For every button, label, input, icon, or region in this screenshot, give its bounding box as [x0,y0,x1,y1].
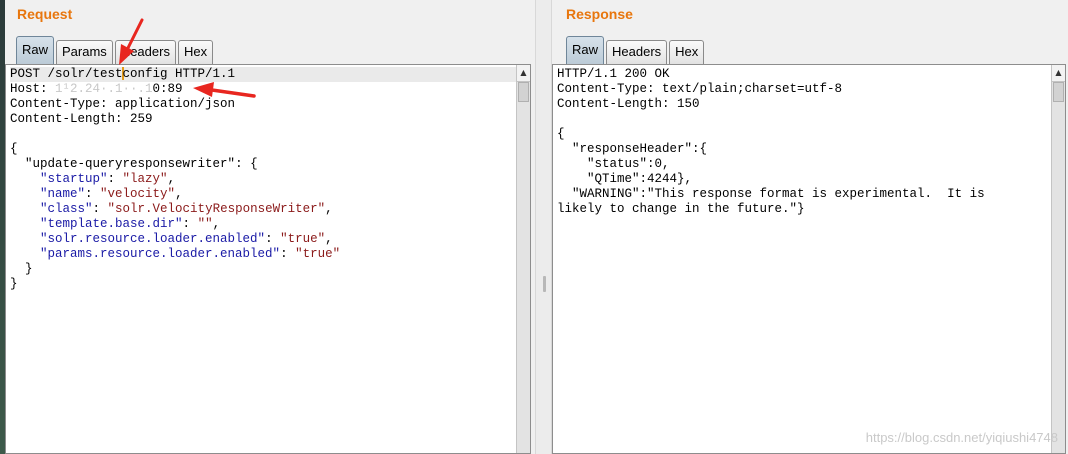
scroll-thumb[interactable] [518,82,529,102]
json-entry: "name": "velocity", [40,187,183,201]
json-close: } [10,277,18,291]
request-editor[interactable]: POST /solr/testconfig HTTP/1.1 Host: 1¹2.… [5,64,531,454]
split-divider[interactable] [535,0,552,454]
json-entry: "startup": "lazy", [40,172,176,186]
request-panel: Request Raw Params Headers Hex POST /solr/t… [5,0,535,454]
response-panel: Response Raw Headers Hex HTTP/1.1 200 OK Co… [552,0,1068,454]
json-entry: "solr.resource.loader.enabled": "true", [40,232,333,246]
json-entry: "class": "solr.VelocityResponseWriter", [40,202,333,216]
tab-params[interactable]: Params [56,40,113,64]
response-tabs: Raw Headers Hex [566,36,706,64]
json-inner-close: } [25,262,33,276]
body-line: "status":0, [557,157,670,171]
tab-raw[interactable]: Raw [566,36,605,64]
content-length-header: Content-Length: 259 [10,112,153,126]
body-line: likely to change in the future."} [557,202,805,216]
tab-raw[interactable]: Raw [16,36,55,64]
json-object-line: "update-queryresponsewriter": { [25,157,258,171]
response-scrollbar[interactable]: ▲ [1051,65,1065,453]
body-line: "WARNING":"This response format is exper… [557,187,985,201]
request-line: POST /solr/testconfig HTTP/1.1 [10,67,516,82]
status-line: HTTP/1.1 200 OK [557,67,670,81]
tab-headers[interactable]: Headers [114,40,176,64]
scroll-thumb[interactable] [1053,82,1064,102]
tab-hex[interactable]: Hex [177,40,214,64]
body-line: "QTime":4244}, [557,172,693,186]
redacted-host: 1¹2.24·.1··.1 [55,82,153,96]
host-header: Host: 1¹2.24·.1··.10:89 [10,82,183,96]
json-open: { [10,142,18,156]
response-editor[interactable]: HTTP/1.1 200 OK Content-Type: text/plain;… [552,64,1066,454]
tab-hex[interactable]: Hex [669,40,705,64]
scroll-up-arrow-icon[interactable]: ▲ [517,65,530,82]
json-entry: "template.base.dir": "", [40,217,221,231]
json-entry: "params.resource.loader.enabled": "true" [40,247,341,261]
request-title: Request [17,6,73,22]
tab-headers[interactable]: Headers [606,40,668,64]
divider-grip-icon[interactable] [543,276,546,292]
response-title: Response [566,6,633,22]
content-type-header: Content-Type: application/json [10,97,236,111]
request-tabs: Raw Params Headers Hex [16,36,215,64]
body-line: { [557,127,565,141]
content-type-header: Content-Type: text/plain;charset=utf-8 [557,82,843,96]
request-scrollbar[interactable]: ▲ [516,65,530,453]
watermark: https://blog.csdn.net/yiqiushi4748 [865,430,1058,445]
body-line: "responseHeader":{ [557,142,708,156]
scroll-up-arrow-icon[interactable]: ▲ [1052,65,1065,82]
content-length-header: Content-Length: 150 [557,97,700,111]
